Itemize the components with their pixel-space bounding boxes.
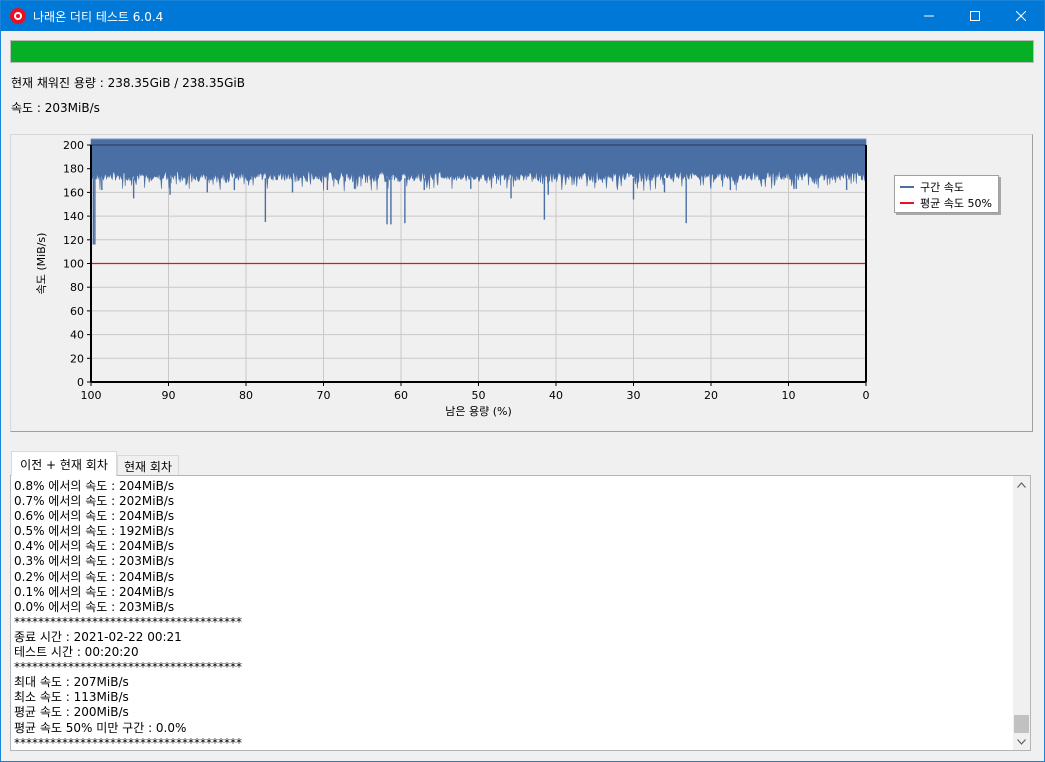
close-button[interactable] xyxy=(998,1,1044,31)
tab-current[interactable]: 현재 회차 xyxy=(117,455,179,476)
vertical-scrollbar[interactable] xyxy=(1013,476,1030,750)
y-axis-label: 속도 (MiB/s) xyxy=(35,233,48,295)
y-tick-label: 80 xyxy=(70,281,84,294)
scroll-thumb[interactable] xyxy=(1014,715,1029,733)
log-line: 최소 속도 : 113MiB/s xyxy=(14,690,129,705)
speed-chart-panel: 0 20 40 60 80 100 120 140 160 180 200 100 90 80 70 60 50… xyxy=(10,134,1033,432)
chart-legend: 구간 속도 평균 속도 50% xyxy=(894,175,999,213)
y-tick-label: 60 xyxy=(70,305,84,318)
x-tick-label: 90 xyxy=(162,389,176,402)
log-line: ************************************** xyxy=(14,614,242,629)
window-title: 나래온 더티 테스트 6.0.4 xyxy=(33,10,164,24)
log-line: 0.2% 에서의 속도 : 204MiB/s xyxy=(14,569,175,584)
y-tick-label: 140 xyxy=(63,210,84,223)
tab-previous-and-current[interactable]: 이전 + 현재 회차 xyxy=(11,451,117,476)
log-line: ************************************** xyxy=(14,735,242,750)
y-tick-label: 0 xyxy=(77,376,84,389)
legend-label: 평균 속도 50% xyxy=(920,196,992,210)
minimize-button[interactable] xyxy=(906,1,952,31)
chevron-up-icon xyxy=(1017,481,1026,488)
minimize-icon xyxy=(924,15,934,17)
x-tick-label: 10 xyxy=(782,389,796,402)
x-tick-label: 100 xyxy=(81,389,102,402)
progress-bar xyxy=(10,40,1034,63)
log-line: 0.5% 에서의 속도 : 192MiB/s xyxy=(14,524,175,539)
log-line: 0.0% 에서의 속도 : 203MiB/s xyxy=(14,599,175,614)
title-bar[interactable]: 나래온 더티 테스트 6.0.4 xyxy=(1,1,1044,31)
log-line: 종료 시간 : 2021-02-22 00:21 xyxy=(14,629,182,644)
legend-item-section-speed: 구간 속도 xyxy=(900,179,964,194)
log-line: 0.6% 에서의 속도 : 204MiB/s xyxy=(14,509,175,524)
log-line: 평균 속도 : 200MiB/s xyxy=(14,705,129,720)
scroll-down-button[interactable] xyxy=(1013,733,1030,750)
y-tick-label: 100 xyxy=(63,258,84,271)
x-tick-label: 70 xyxy=(317,389,331,402)
speed-chart: 020406080100120140160180200100 90 80 70 60 50… xyxy=(35,138,870,418)
chevron-down-icon xyxy=(1017,738,1026,745)
app-icon xyxy=(10,8,26,24)
x-tick-label: 0 xyxy=(863,389,870,402)
log-line: 테스트 시간 : 00:20:20 xyxy=(14,645,139,660)
x-tick-label: 20 xyxy=(704,389,718,402)
x-tick-label: 60 xyxy=(394,389,408,402)
legend-item-average: 평균 속도 50% xyxy=(900,195,992,210)
y-tick-label: 120 xyxy=(63,234,84,247)
y-tick-label: 40 xyxy=(70,329,84,342)
app-window: 나래온 더티 테스트 6.0.4 현재 채워진 용량 : 238.35GiB /… xyxy=(0,0,1045,762)
capacity-label: 현재 채워진 용량 : 238.35GiB / 238.35GiB xyxy=(11,76,245,90)
scroll-up-button[interactable] xyxy=(1013,476,1030,493)
x-tick-label: 80 xyxy=(239,389,253,402)
log-line: 0.4% 에서의 속도 : 204MiB/s xyxy=(14,539,175,554)
log-line: 0.3% 에서의 속도 : 203MiB/s xyxy=(14,554,175,569)
y-tick-label: 200 xyxy=(63,139,84,152)
y-tick-label: 180 xyxy=(63,163,84,176)
x-axis-label: 남은 용량 (%) xyxy=(445,405,512,418)
maximize-button[interactable] xyxy=(952,1,998,31)
y-tick-label: 160 xyxy=(63,186,84,199)
log-lines: 0.8% 에서의 속도 : 204MiB/s 0.7% 에서의 속도 : 202M… xyxy=(14,479,242,750)
x-tick-label: 50 xyxy=(472,389,486,402)
legend-swatch xyxy=(900,185,914,188)
legend-label: 구간 속도 xyxy=(920,180,964,194)
legend-swatch xyxy=(900,201,914,204)
log-textbox[interactable]: 0.8% 에서의 속도 : 204MiB/s 0.7% 에서의 속도 : 202M… xyxy=(10,475,1031,751)
log-line: ************************************** xyxy=(14,660,242,675)
log-line: 최대 속도 : 207MiB/s xyxy=(14,675,129,690)
x-tick-label: 40 xyxy=(549,389,563,402)
close-icon xyxy=(1016,11,1026,21)
log-line: 0.1% 에서의 속도 : 204MiB/s xyxy=(14,584,175,599)
log-line: 평균 속도 50% 미만 구간 : 0.0% xyxy=(14,720,187,735)
progress-bar-fill xyxy=(11,41,1033,62)
log-line: 0.7% 에서의 속도 : 202MiB/s xyxy=(14,494,175,509)
maximize-icon xyxy=(970,11,980,21)
speed-label: 속도 : 203MiB/s xyxy=(11,101,100,115)
x-tick-label: 30 xyxy=(627,389,641,402)
log-line: 0.8% 에서의 속도 : 204MiB/s xyxy=(14,479,175,493)
y-tick-label: 20 xyxy=(70,352,84,365)
